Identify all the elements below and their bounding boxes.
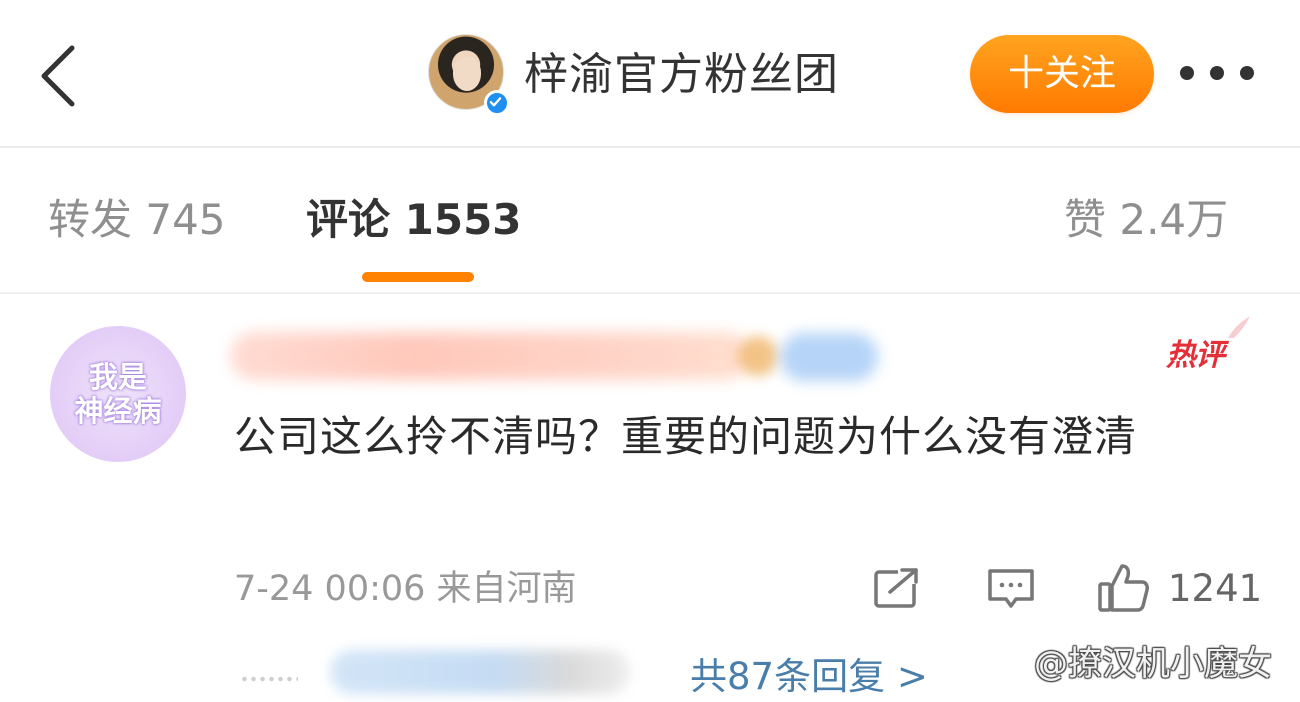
tab-likes[interactable]: 赞 2.4万 (1064, 189, 1228, 251)
flame-icon (1228, 316, 1250, 338)
reply-indent-dots (240, 676, 298, 682)
user-badge-blurred (738, 336, 778, 376)
like-count: 1241 (1168, 567, 1263, 610)
active-tab-indicator (362, 272, 474, 282)
avatar-face (453, 57, 481, 91)
avatar-text-line-2: 神经病 (74, 394, 162, 428)
comment-text: 公司这么拎不清吗？重要的问题为什么没有澄清 (234, 412, 1138, 461)
hot-comment-badge: 热评 (1166, 338, 1225, 373)
commenter-username-blurred[interactable] (230, 332, 750, 380)
reply-icon[interactable] (984, 566, 1038, 612)
tab-comments[interactable]: 评论 1553 (306, 189, 522, 251)
header-divider (0, 146, 1300, 148)
thumbs-up-icon[interactable] (1096, 562, 1152, 614)
back-chevron-icon[interactable] (36, 44, 80, 108)
verified-badge-icon (484, 90, 510, 116)
commenter-avatar[interactable]: 我是 神经病 (50, 326, 186, 462)
more-dots-icon[interactable] (1180, 62, 1254, 84)
account-name[interactable]: 梓渝官方粉丝团 (524, 48, 839, 102)
user-level-badge-blurred (780, 333, 878, 381)
follow-button[interactable]: 十关注 (970, 35, 1154, 113)
watermark: @撩汉机小魔女 (1034, 644, 1272, 684)
comment-timestamp-location: 7-24 00:06 来自河南 (234, 569, 577, 609)
avatar-text-line-1: 我是 (88, 360, 147, 394)
share-icon[interactable] (870, 566, 924, 612)
tabs-divider (0, 292, 1300, 294)
tab-repost[interactable]: 转发 745 (48, 189, 226, 251)
reply-preview-blurred (330, 650, 630, 694)
